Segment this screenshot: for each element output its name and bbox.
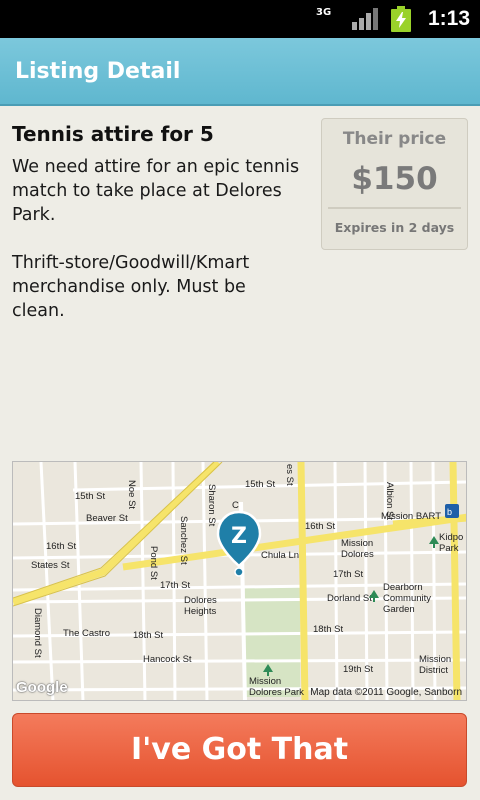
map-view[interactable]: 15th St 15th St Beaver St 16th St 16th S… bbox=[12, 461, 467, 701]
map-label: Dearborn Community Garden bbox=[383, 582, 432, 615]
svg-text:b: b bbox=[447, 507, 452, 517]
map-label: 17th St bbox=[160, 580, 191, 591]
map-label: Noe St bbox=[126, 480, 137, 510]
map-label: Beaver St bbox=[86, 513, 128, 524]
park-tree-icon bbox=[263, 664, 273, 676]
map-label: es St bbox=[284, 464, 295, 486]
price-divider bbox=[328, 207, 461, 209]
map-label: The Castro bbox=[63, 628, 110, 639]
map-label: 15th St bbox=[75, 491, 106, 502]
map-label: 16th St bbox=[46, 541, 77, 552]
status-time: 1:13 bbox=[428, 7, 471, 30]
park-tree-icon bbox=[369, 590, 379, 602]
price-label: Their price bbox=[342, 129, 447, 149]
price-value: $150 bbox=[351, 161, 438, 197]
map-label: 17th St bbox=[333, 569, 364, 580]
map-label: Dorland St bbox=[327, 593, 372, 604]
map-label: Sanchez St bbox=[178, 516, 189, 565]
map-label: Hancock St bbox=[143, 654, 192, 665]
map-label: Chula Ln bbox=[261, 550, 300, 561]
map-label: States St bbox=[31, 560, 70, 571]
map-label: 15th St bbox=[245, 479, 276, 490]
listing-description: We need attire for an epic tennis match … bbox=[12, 157, 300, 321]
map-pin-icon[interactable]: Z bbox=[216, 510, 262, 580]
bart-station-icon: b bbox=[445, 504, 459, 518]
battery-charging-icon bbox=[391, 6, 411, 32]
price-expires: Expires in 2 days bbox=[334, 220, 455, 235]
status-bar: 3G 1:13 bbox=[0, 0, 480, 38]
map-label: Dolores Heights bbox=[184, 595, 217, 617]
map-label: Albion St bbox=[384, 482, 395, 521]
map-label: Kidpo Park bbox=[439, 532, 464, 554]
map-label: Mission District bbox=[419, 654, 452, 676]
signal-icon bbox=[352, 8, 378, 30]
map-pin-letter: Z bbox=[231, 524, 247, 549]
map-label: 18th St bbox=[313, 624, 344, 635]
map-label: Mission Dolores bbox=[341, 538, 374, 560]
map-label: Pond St bbox=[148, 546, 159, 580]
title-bar: Listing Detail bbox=[0, 38, 480, 106]
map-label: 19th St bbox=[343, 664, 374, 675]
price-box: Their price $150 Expires in 2 days bbox=[321, 118, 468, 250]
map-label: Diamond St bbox=[32, 608, 43, 658]
page-title: Listing Detail bbox=[15, 59, 181, 84]
google-logo: Google bbox=[16, 679, 68, 696]
map-attribution: Map data ©2011 Google, Sanborn bbox=[310, 687, 462, 698]
map-label: 16th St bbox=[305, 521, 336, 532]
ive-got-that-button[interactable]: I've Got That bbox=[12, 713, 467, 787]
listing-title: Tennis attire for 5 bbox=[12, 122, 214, 146]
network-3g-icon: 3G bbox=[316, 7, 332, 18]
park-tree-icon bbox=[429, 536, 439, 548]
map-label: 18th St bbox=[133, 630, 164, 641]
map-label: Mission Dolores Park bbox=[249, 676, 304, 698]
